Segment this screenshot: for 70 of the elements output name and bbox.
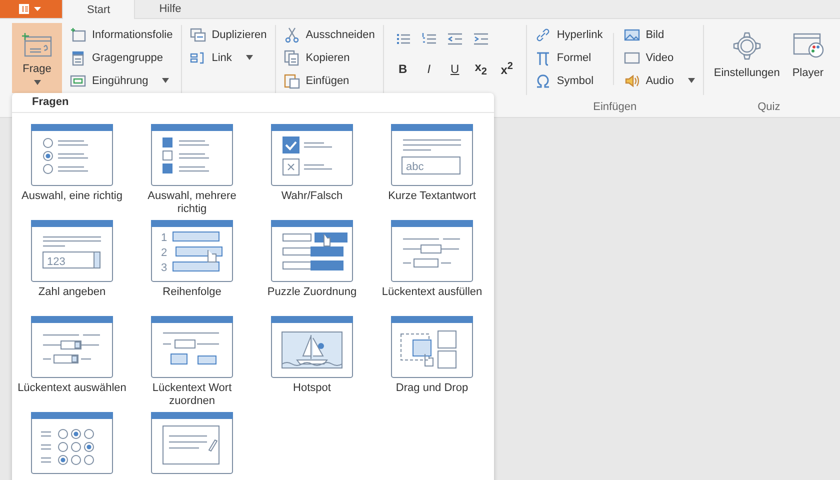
- question-type-item[interactable]: Hotspot: [252, 316, 372, 395]
- sample-text: abc: [406, 161, 424, 173]
- ribbon-button[interactable]: Video: [620, 47, 699, 68]
- copy-icon: [284, 50, 300, 66]
- outdent-icon: [446, 31, 463, 47]
- bullet-list-icon: [394, 31, 411, 47]
- order-number: 1: [161, 232, 168, 244]
- question-type-item[interactable]: Lückentext ausfüllen: [372, 220, 492, 299]
- order-number: 2: [161, 247, 168, 259]
- video-icon: [624, 50, 640, 66]
- caret-icon: [34, 80, 40, 84]
- question-type-item[interactable]: Wahr/Falsch: [252, 124, 372, 203]
- ribbon-button[interactable]: Formel: [530, 47, 607, 68]
- ribbon-button[interactable]: Einfügen: [280, 70, 379, 91]
- question-type-item[interactable]: Lückentext Wort zuordnen: [132, 316, 252, 408]
- question-type-item[interactable]: abc Kurze Textantwort: [372, 124, 492, 203]
- ribbon-button[interactable]: Bild: [620, 24, 699, 45]
- intro-icon: [70, 72, 86, 88]
- ribbon-button[interactable]: Symbol: [530, 70, 607, 91]
- group-label: Einfügen: [592, 101, 638, 115]
- menu-title: Fragen: [12, 93, 494, 113]
- sample-number: 123: [47, 256, 66, 268]
- text-format-button[interactable]: I: [420, 61, 438, 77]
- omega-icon: [534, 72, 551, 88]
- slide-icon: [70, 26, 86, 42]
- ribbon-button[interactable]: Kopieren: [280, 47, 379, 68]
- caret-icon: [688, 78, 695, 83]
- pi-icon: [534, 50, 551, 66]
- question-button[interactable]: Frage: [12, 23, 62, 93]
- list-format-button[interactable]: [446, 31, 464, 47]
- menu-icon: [19, 4, 43, 14]
- ribbon-button[interactable]: Eingührung: [66, 70, 177, 91]
- hyperlink-icon: [534, 26, 551, 42]
- question-type-item[interactable]: Drag und Drop: [372, 316, 492, 395]
- ribbon-button[interactable]: Player: [786, 23, 830, 85]
- question-type-item[interactable]: Auswahl, eine richtig: [12, 124, 132, 203]
- question-type-item[interactable]: 1 2 3 Reihenfolge: [132, 220, 252, 299]
- question-type-item[interactable]: Lückentext auswählen: [12, 316, 132, 395]
- ribbon-button[interactable]: Audio: [620, 70, 699, 91]
- paste-icon: [284, 72, 300, 88]
- group-icon: [70, 50, 86, 66]
- image-icon: [624, 26, 640, 42]
- ribbon-button[interactable]: Informationsfolie: [66, 24, 177, 45]
- ribbon-button[interactable]: Gragengruppe: [66, 47, 177, 68]
- group-label: Quiz: [756, 101, 782, 115]
- ribbon-button[interactable]: Einstellungen: [708, 23, 786, 85]
- ribbon-tab[interactable]: Start: [62, 0, 136, 19]
- ribbon-button[interactable]: Link: [186, 47, 271, 68]
- list-format-button[interactable]: [472, 31, 490, 47]
- question-slide-icon: [21, 32, 53, 58]
- indent-icon: [472, 31, 489, 47]
- text-format-button[interactable]: x$_{2}$: [472, 61, 490, 77]
- ribbon-button[interactable]: Ausschneiden: [280, 24, 379, 45]
- text-format-button[interactable]: B: [394, 61, 412, 77]
- duplicate-icon: [190, 26, 206, 42]
- text-format-button[interactable]: U: [446, 61, 464, 77]
- caret-icon: [246, 55, 253, 60]
- audio-icon: [624, 72, 640, 88]
- question-type-item[interactable]: Auswahl, mehrere richtig: [132, 124, 252, 216]
- text-format-button[interactable]: x$^{2}$: [498, 61, 516, 77]
- scissors-icon: [284, 26, 300, 42]
- app-menu-button[interactable]: [0, 0, 62, 18]
- settings-icon: [730, 30, 763, 62]
- ribbon-button[interactable]: Duplizieren: [186, 24, 271, 45]
- caret-icon: [162, 78, 170, 83]
- question-type-item[interactable]: Puzzle Zuordnung: [252, 220, 372, 299]
- ribbon-button[interactable]: Hyperlink: [530, 24, 607, 45]
- ribbon-tab[interactable]: Hilfe: [135, 0, 206, 18]
- question-type-item[interactable]: 123 Zahl angeben: [12, 220, 132, 299]
- order-number: 3: [161, 262, 168, 274]
